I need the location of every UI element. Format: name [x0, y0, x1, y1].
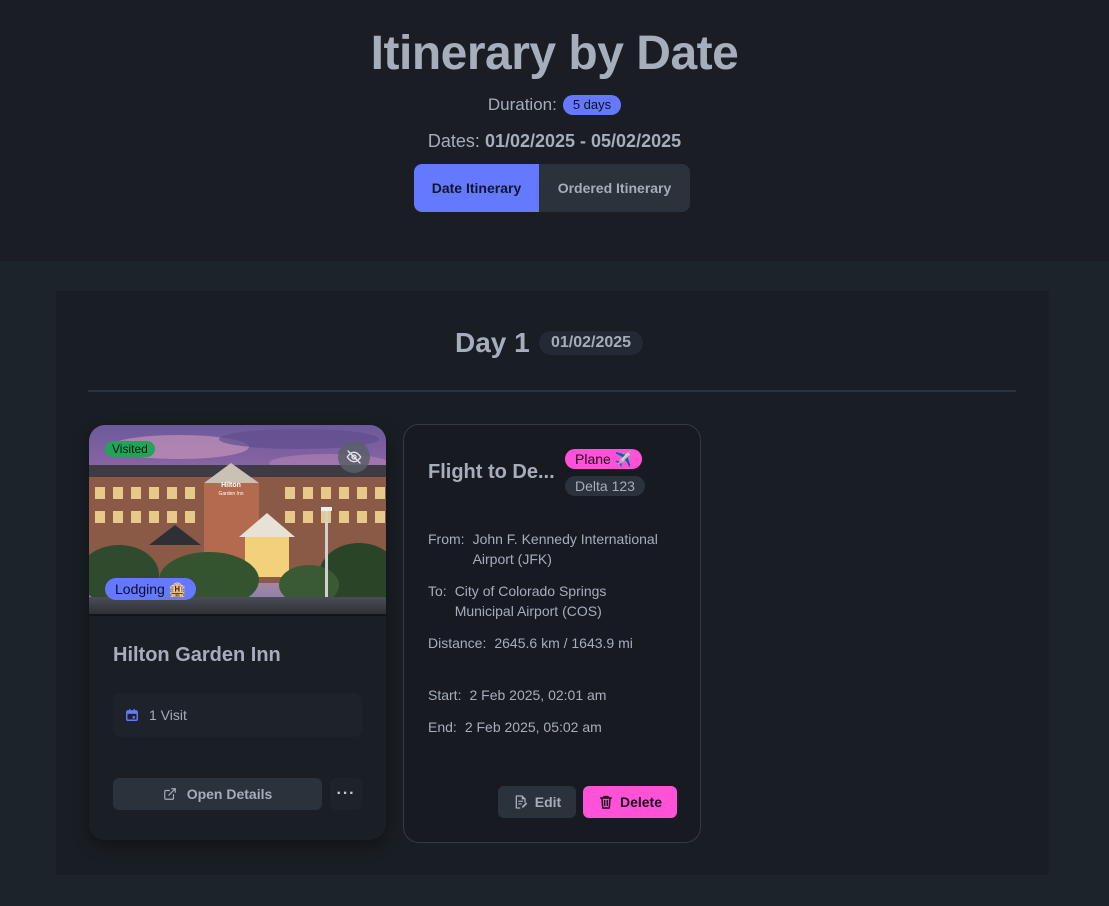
visit-count-label: 1 Visit — [149, 707, 187, 723]
dates-label: Dates: — [427, 131, 480, 151]
from-value: John F. Kennedy International Airport (J… — [473, 529, 658, 569]
svg-text:Garden Inn: Garden Inn — [218, 491, 243, 497]
edit-label: Edit — [534, 794, 562, 810]
calendar-icon — [126, 709, 138, 721]
lodging-name: Hilton Garden Inn — [113, 644, 281, 666]
duration-label: Duration: — [487, 95, 557, 114]
from-value-line1: John F. Kennedy International — [472, 531, 658, 547]
duration-row: Duration: 5 days — [0, 95, 1109, 115]
to-label: To: — [428, 583, 447, 599]
to-value: City of Colorado Springs Municipal Airpo… — [455, 581, 607, 621]
more-options-button[interactable]: ··· — [330, 778, 362, 810]
page-title: Itinerary by Date — [370, 27, 739, 80]
delete-label: Delete — [619, 794, 663, 810]
divider — [88, 390, 1016, 392]
eye-off-icon — [346, 450, 362, 464]
itinerary-header: Itinerary by Date Duration: 5 days Dates… — [0, 0, 1109, 261]
from-row: From: John F. Kennedy International Airp… — [428, 529, 658, 569]
day-date-badge: 01/02/2025 — [539, 331, 644, 355]
day-title: Day 1 — [455, 327, 530, 358]
start-label: Start: — [428, 687, 462, 703]
tab-date-itinerary[interactable]: Date Itinerary — [414, 164, 539, 212]
transportation-card: Flight to De... Plane ✈️ Delta 123 From:… — [403, 424, 701, 843]
visibility-toggle-button[interactable] — [338, 441, 370, 473]
hotel-sign: Hilton — [221, 482, 241, 489]
distance-label: Distance: — [428, 635, 487, 651]
from-value-line2: Airport (JFK) — [472, 551, 552, 567]
duration-badge: 5 days — [562, 95, 622, 115]
open-details-label: Open Details — [186, 786, 273, 802]
itinerary-view-toggle: Date Itinerary Ordered Itinerary — [414, 164, 690, 212]
dates-row: Dates: 01/02/2025 - 05/02/2025 — [0, 131, 1109, 152]
transport-type-badge: Plane ✈️ — [565, 449, 643, 469]
open-details-button[interactable]: Open Details — [113, 778, 322, 810]
start-value: 2 Feb 2025, 02:01 am — [469, 687, 607, 703]
lodging-card: Hilton Garden Inn Visited Lodging 🏨 Hilt… — [89, 425, 386, 840]
from-label: From: — [428, 531, 465, 547]
visited-badge: Visited — [105, 441, 155, 457]
lodging-type-badge: Lodging 🏨 — [105, 578, 197, 600]
start-row: Start: 2 Feb 2025, 02:01 am — [428, 685, 606, 705]
to-value-line1: City of Colorado Springs — [454, 583, 607, 599]
end-value: 2 Feb 2025, 05:02 am — [464, 719, 602, 735]
distance-value: 2645.6 km / 1643.9 mi — [494, 635, 633, 651]
delete-button[interactable]: Delete — [583, 786, 677, 818]
end-label: End: — [428, 719, 457, 735]
visit-count: 1 Visit — [113, 693, 362, 737]
more-icon: ··· — [336, 785, 356, 802]
tab-ordered-itinerary[interactable]: Ordered Itinerary — [539, 164, 690, 212]
edit-document-icon — [515, 795, 528, 809]
lodging-photo: Hilton Garden Inn Visited Lodging 🏨 — [89, 425, 386, 616]
trash-icon — [599, 795, 613, 809]
distance-row: Distance: 2645.6 km / 1643.9 mi — [428, 633, 633, 653]
flight-number-badge: Delta 123 — [565, 476, 645, 496]
to-row: To: City of Colorado Springs Municipal A… — [428, 581, 606, 621]
transport-name: Flight to De... — [428, 461, 555, 483]
edit-button[interactable]: Edit — [498, 786, 576, 818]
dates-value: 01/02/2025 - 05/02/2025 — [484, 131, 682, 151]
to-value-line2: Municipal Airport (COS) — [454, 603, 602, 619]
external-link-icon — [163, 788, 176, 800]
end-row: End: 2 Feb 2025, 05:02 am — [428, 717, 602, 737]
day-panel: Day 1 01/02/2025 Hilton Garden Inn Visit… — [56, 291, 1049, 875]
